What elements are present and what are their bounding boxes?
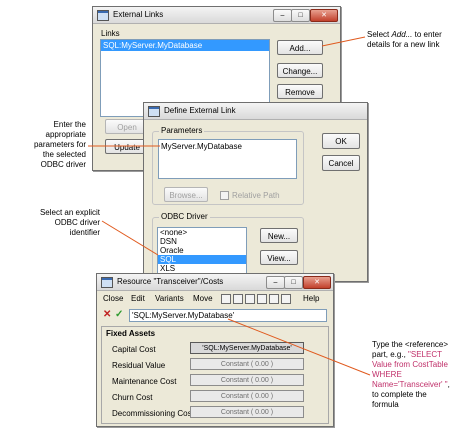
driver-item[interactable]: Oracle (158, 246, 246, 255)
row-label: Decommissioning Cost (112, 409, 194, 418)
cost-table: Fixed Assets Capital Cost 'SQL:MyServer.… (101, 326, 329, 424)
odbc-callout-line: ODBC driver (54, 218, 100, 227)
maximize-icon[interactable]: □ (284, 276, 303, 289)
odbc-driver-label: ODBC Driver (159, 212, 210, 221)
row-label: Churn Cost (112, 393, 153, 402)
parameters-label: Parameters (159, 126, 205, 135)
params-callout-line: appropriate (45, 130, 86, 139)
params-callout-line: the selected (42, 150, 86, 159)
app-icon (97, 10, 109, 21)
close-icon[interactable]: ✕ (303, 276, 331, 289)
change-button[interactable]: Change... (277, 63, 323, 78)
resource-costs-window: Resource "Transceiver"/Costs – □ ✕ Close… (96, 273, 334, 427)
add-callout-text-3: details for a new link (367, 40, 440, 49)
resource-title: Resource "Transceiver"/Costs (117, 277, 224, 286)
row-value[interactable]: 'SQL:MyServer.MyDatabase' (190, 342, 304, 354)
toolbar-grid-icon[interactable] (233, 294, 243, 304)
params-callout-line: parameters for (33, 140, 86, 149)
external-links-titlebar: External Links – □ ✕ (93, 7, 340, 24)
row-value[interactable]: Constant ( 0.00 ) (190, 406, 304, 418)
relative-path-label: Relative Path (232, 191, 280, 200)
reference-callout-line: formula (372, 400, 399, 409)
reference-callout-text: part, e.g., (372, 350, 409, 359)
accept-check-icon[interactable]: ✓ (115, 309, 123, 320)
define-link-titlebar: Define External Link (144, 103, 367, 120)
app-icon (148, 106, 160, 117)
cancel-button[interactable]: Cancel (322, 155, 360, 171)
table-row: Maintenance Cost Constant ( 0.00 ) (102, 372, 328, 387)
table-row: Capital Cost 'SQL:MyServer.MyDatabase' (102, 340, 328, 355)
row-label: Capital Cost (112, 345, 156, 354)
view-driver-button[interactable]: View... (260, 250, 298, 265)
browse-button[interactable]: Browse... (164, 187, 208, 202)
sql-example: Name='Transceiver' " (372, 380, 448, 389)
row-label: Maintenance Cost (112, 377, 177, 386)
row-value[interactable]: Constant ( 0.00 ) (190, 390, 304, 402)
reference-callout-line: Name='Transceiver' ", (372, 380, 472, 390)
odbc-callout: Select an explicit ODBC driver identifie… (12, 208, 100, 238)
external-links-title: External Links (113, 10, 164, 19)
relative-path-checkbox[interactable] (220, 191, 229, 200)
close-icon[interactable]: ✕ (310, 9, 338, 22)
app-icon (101, 277, 113, 288)
formula-input[interactable]: 'SQL:MyServer.MyDatabase' (129, 309, 327, 322)
section-header: Fixed Assets (106, 329, 156, 338)
row-value[interactable]: Constant ( 0.00 ) (190, 358, 304, 370)
links-label: Links (101, 29, 120, 38)
add-callout-text: Select (367, 30, 392, 39)
menu-edit[interactable]: Edit (131, 294, 145, 303)
driver-item[interactable]: DSN (158, 237, 246, 246)
define-external-link-window: Define External Link Parameters MyServer… (143, 102, 368, 282)
menu-move[interactable]: Move (193, 294, 213, 303)
toolbar-export-icon[interactable] (281, 294, 291, 304)
toolbar-print-icon[interactable] (269, 294, 279, 304)
table-row: Residual Value Constant ( 0.00 ) (102, 356, 328, 371)
menu-bar: Close Edit Variants Move Help (97, 292, 333, 306)
sql-example: Value from CostTable (372, 360, 448, 369)
params-callout-line: ODBC driver (40, 160, 86, 169)
link-item[interactable]: SQL:MyServer.MyDatabase (101, 40, 269, 51)
params-callout-line: Enter the (53, 120, 86, 129)
remove-button[interactable]: Remove (277, 84, 323, 99)
driver-item-selected[interactable]: SQL (158, 255, 246, 264)
cancel-x-icon[interactable]: ✕ (103, 309, 111, 320)
reference-callout-text: , (447, 380, 450, 389)
ok-button[interactable]: OK (322, 133, 360, 149)
sql-example: "SELECT (408, 350, 442, 359)
formula-bar: ✕ ✓ 'SQL:MyServer.MyDatabase' (101, 309, 327, 323)
minimize-icon[interactable]: – (273, 9, 292, 22)
add-callout-text-2: to enter (412, 30, 442, 39)
params-callout: Enter the appropriate parameters for the… (2, 120, 86, 170)
add-callout-emphasis: Add... (391, 30, 413, 39)
reference-callout-line: Type the <reference> (372, 340, 449, 349)
driver-item[interactable]: <none> (158, 228, 246, 237)
reference-callout: Type the <reference> part, e.g., "SELECT… (372, 340, 472, 410)
table-row: Decommissioning Cost Constant ( 0.00 ) (102, 404, 328, 419)
toolbar-chart-icon[interactable] (221, 294, 231, 304)
resource-titlebar: Resource "Transceiver"/Costs – □ ✕ (97, 274, 333, 291)
driver-item[interactable]: XLS (158, 264, 246, 273)
reference-callout-line: to complete the (372, 390, 427, 399)
new-driver-button[interactable]: New... (260, 228, 298, 243)
odbc-callout-line: Select an explicit (39, 208, 100, 217)
minimize-icon[interactable]: – (266, 276, 285, 289)
sql-example: WHERE (372, 370, 402, 379)
menu-help[interactable]: Help (303, 294, 319, 303)
table-row: Churn Cost Constant ( 0.00 ) (102, 388, 328, 403)
odbc-callout-line: identifier (69, 228, 100, 237)
toolbar-table-icon[interactable] (245, 294, 255, 304)
reference-callout-line: part, e.g., "SELECT (372, 350, 472, 360)
toolbar-list-icon[interactable] (257, 294, 267, 304)
parameters-textarea[interactable]: MyServer.MyDatabase (158, 139, 297, 179)
menu-close[interactable]: Close (103, 294, 123, 303)
define-link-title: Define External Link (164, 106, 236, 115)
add-callout: Select Add... to enter details for a new… (367, 30, 471, 50)
maximize-icon[interactable]: □ (291, 9, 310, 22)
odbc-driver-list[interactable]: <none> DSN Oracle SQL XLS (157, 227, 247, 275)
menu-variants[interactable]: Variants (155, 294, 184, 303)
row-label: Residual Value (112, 361, 166, 370)
add-button[interactable]: Add... (277, 40, 323, 55)
row-value[interactable]: Constant ( 0.00 ) (190, 374, 304, 386)
